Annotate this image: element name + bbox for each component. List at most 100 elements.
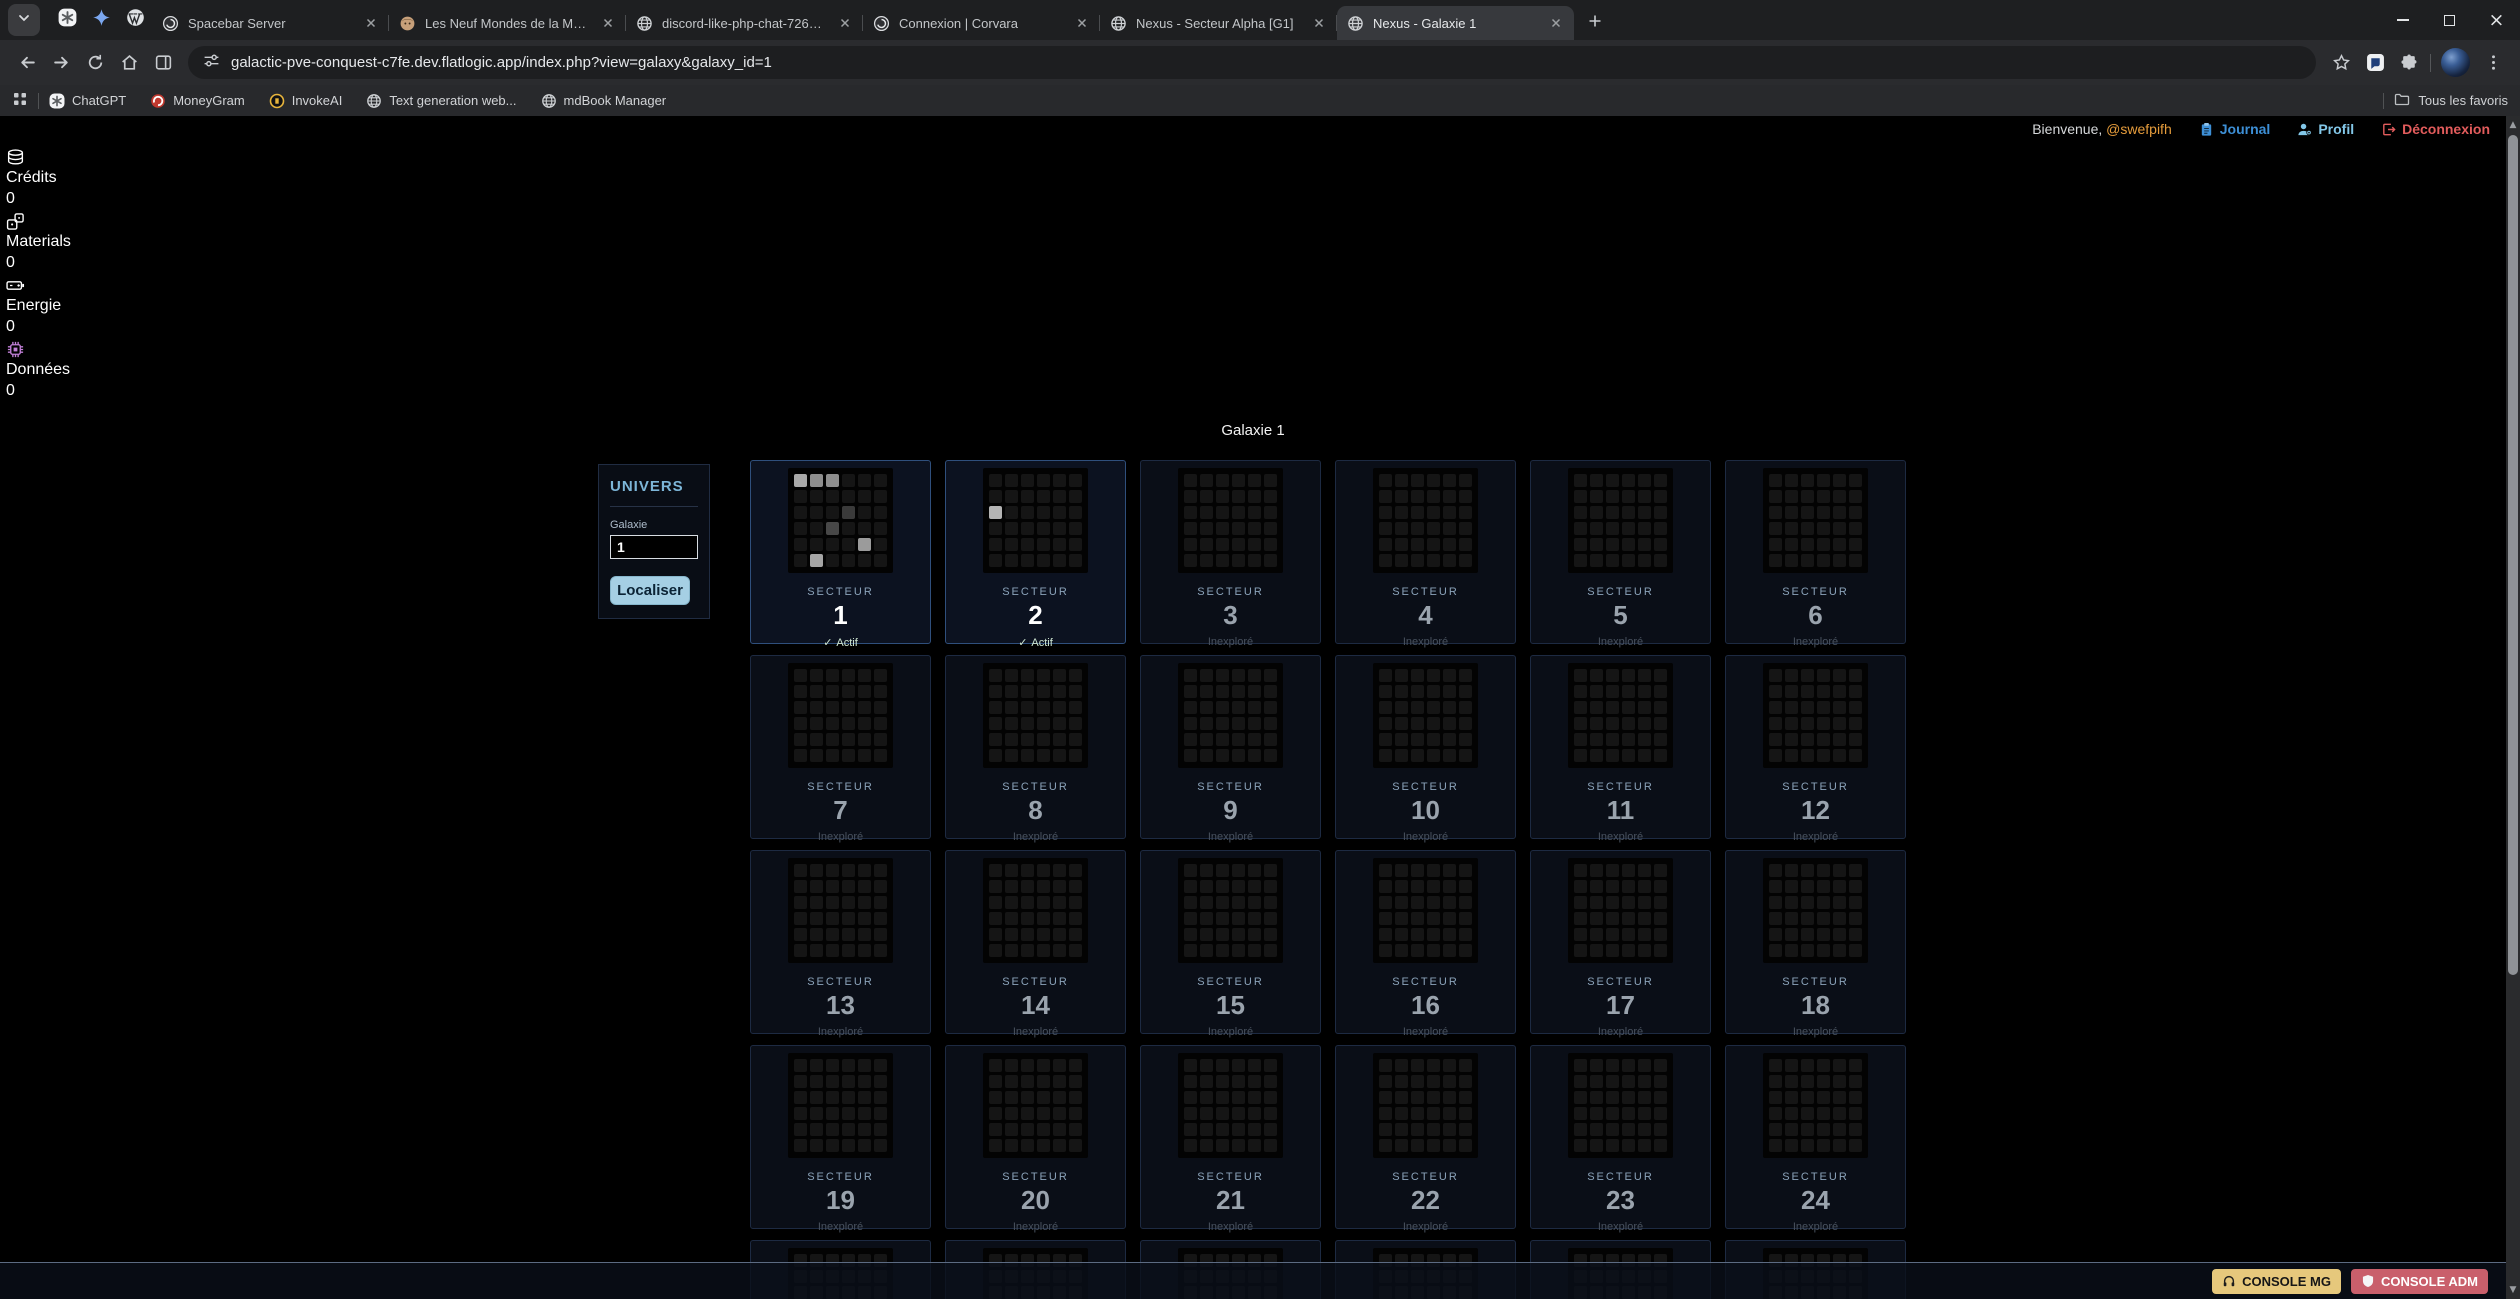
tab[interactable]: Nexus - Secteur Alpha [G1] [1100, 6, 1337, 40]
bookmark-item[interactable]: Text generation web... [366, 93, 516, 109]
sector-card[interactable]: SECTEUR5Inexploré [1530, 460, 1711, 644]
tab-search-button[interactable] [8, 4, 40, 36]
mini-map-cell [1443, 864, 1456, 877]
sector-card[interactable]: SECTEUR21Inexploré [1140, 1045, 1321, 1229]
mini-map-cell [1785, 880, 1798, 893]
sector-card[interactable]: SECTEUR23Inexploré [1530, 1045, 1711, 1229]
sector-card[interactable]: SECTEUR15Inexploré [1140, 850, 1321, 1034]
tab[interactable]: Connexion | Corvara [863, 6, 1100, 40]
console-mg-button[interactable]: CONSOLE MG [2212, 1269, 2341, 1294]
sector-card[interactable]: SECTEUR6Inexploré [1725, 460, 1906, 644]
mini-map-cell [1622, 538, 1635, 551]
sector-card[interactable]: SECTEUR12Inexploré [1725, 655, 1906, 839]
close-window-button[interactable]: × [2473, 0, 2520, 40]
bookmark-star-button[interactable] [2324, 46, 2358, 80]
sector-card[interactable]: SECTEUR19Inexploré [750, 1045, 931, 1229]
deconnexion-link[interactable]: Déconnexion [2381, 121, 2490, 137]
tab[interactable]: Nexus - Galaxie 1 [1337, 6, 1574, 40]
all-bookmarks-button[interactable]: Tous les favoris [2394, 91, 2508, 110]
minimize-button[interactable] [2379, 0, 2426, 40]
sector-card[interactable]: SECTEUR17Inexploré [1530, 850, 1711, 1034]
page-scrollbar[interactable]: ▲ ▼ [2506, 116, 2520, 1299]
scrollbar-thumb[interactable] [2508, 135, 2518, 975]
sector-card[interactable]: SECTEUR9Inexploré [1140, 655, 1321, 839]
sector-card[interactable]: SECTEUR3Inexploré [1140, 460, 1321, 644]
coins-icon [6, 146, 71, 167]
mini-map-cell [1801, 685, 1814, 698]
mini-map-cell [1590, 1091, 1603, 1104]
mini-map-cell [858, 538, 871, 551]
address-bar[interactable]: galactic-pve-conquest-c7fe.dev.flatlogic… [188, 46, 2316, 79]
tab-close-icon[interactable] [1548, 15, 1564, 31]
sector-card[interactable]: SECTEUR1✓Actif [750, 460, 931, 644]
mini-map-cell [1069, 1075, 1082, 1088]
tab-close-icon[interactable] [1311, 15, 1327, 31]
sector-card[interactable]: SECTEUR14Inexploré [945, 850, 1126, 1034]
mini-map-cell [1606, 474, 1619, 487]
sector-card[interactable]: SECTEUR7Inexploré [750, 655, 931, 839]
mini-map-cell [826, 506, 839, 519]
tune-icon[interactable] [203, 52, 220, 74]
forward-button[interactable] [44, 46, 78, 80]
localiser-button[interactable]: Localiser [610, 576, 690, 605]
mini-map-cell [1427, 506, 1440, 519]
bookmark-item[interactable]: InvokeAI [269, 93, 343, 109]
mini-map-cell [874, 896, 887, 909]
sector-card[interactable]: SECTEUR20Inexploré [945, 1045, 1126, 1229]
journal-link[interactable]: Journal [2199, 121, 2271, 137]
sector-card[interactable]: SECTEUR18Inexploré [1725, 850, 1906, 1034]
console-adm-button[interactable]: CONSOLE ADM [2351, 1269, 2488, 1294]
sector-card[interactable]: SECTEUR4Inexploré [1335, 460, 1516, 644]
plus-icon [1587, 13, 1603, 34]
url-text[interactable]: galactic-pve-conquest-c7fe.dev.flatlogic… [231, 54, 772, 71]
scroll-up-arrow-icon[interactable]: ▲ [2506, 117, 2520, 133]
sector-card[interactable]: SECTEUR24Inexploré [1725, 1045, 1906, 1229]
sector-card[interactable]: SECTEUR2✓Actif [945, 460, 1126, 644]
mini-map-cell [1021, 1107, 1034, 1120]
sector-status: Inexploré [1793, 1221, 1838, 1233]
reload-button[interactable] [78, 46, 112, 80]
sector-card[interactable]: SECTEUR13Inexploré [750, 850, 931, 1034]
maximize-button[interactable] [2426, 0, 2473, 40]
extension-shortcut-button[interactable] [2358, 46, 2392, 80]
mini-map-cell [1264, 490, 1277, 503]
clipboard-icon [2199, 122, 2214, 137]
tab[interactable]: Les Neuf Mondes de la Mytholo [389, 6, 626, 40]
browser-menu-button[interactable] [2476, 46, 2510, 80]
tab-close-icon[interactable] [1074, 15, 1090, 31]
tab-close-icon[interactable] [600, 15, 616, 31]
mini-map-cell [1590, 912, 1603, 925]
mini-map-cell [1590, 864, 1603, 877]
profile-avatar[interactable] [2441, 48, 2470, 77]
tab-close-icon[interactable] [837, 15, 853, 31]
pinned-tab[interactable] [50, 3, 84, 37]
mini-map-cell [1216, 1075, 1229, 1088]
pinned-tab[interactable] [118, 3, 152, 37]
scroll-down-arrow-icon[interactable]: ▼ [2506, 1282, 2520, 1298]
mini-map-cell [1654, 1123, 1667, 1136]
tab[interactable]: discord-like-php-chat-7262.dev [626, 6, 863, 40]
pinned-tab[interactable] [84, 3, 118, 37]
bookmark-item[interactable]: ChatGPT [49, 93, 126, 109]
bookmark-item[interactable]: MoneyGram [150, 93, 245, 109]
apps-grid-icon[interactable] [12, 91, 28, 110]
profil-link[interactable]: Profil [2297, 121, 2354, 137]
sector-card[interactable]: SECTEUR22Inexploré [1335, 1045, 1516, 1229]
tab-close-icon[interactable] [363, 15, 379, 31]
mini-map-cell [1638, 1123, 1651, 1136]
sector-card[interactable]: SECTEUR10Inexploré [1335, 655, 1516, 839]
side-panel-button[interactable] [146, 46, 180, 80]
sector-number: 8 [1028, 795, 1042, 826]
sector-mini-map [983, 1053, 1088, 1158]
back-button[interactable] [10, 46, 44, 80]
sector-card[interactable]: SECTEUR16Inexploré [1335, 850, 1516, 1034]
maximize-icon [2444, 15, 2455, 26]
sector-card[interactable]: SECTEUR8Inexploré [945, 655, 1126, 839]
galaxie-input[interactable] [610, 535, 698, 559]
bookmark-item[interactable]: mdBook Manager [541, 93, 667, 109]
new-tab-button[interactable] [1580, 8, 1610, 38]
sector-card[interactable]: SECTEUR11Inexploré [1530, 655, 1711, 839]
tab[interactable]: Spacebar Server [152, 6, 389, 40]
home-button[interactable] [112, 46, 146, 80]
extensions-button[interactable] [2392, 46, 2426, 80]
